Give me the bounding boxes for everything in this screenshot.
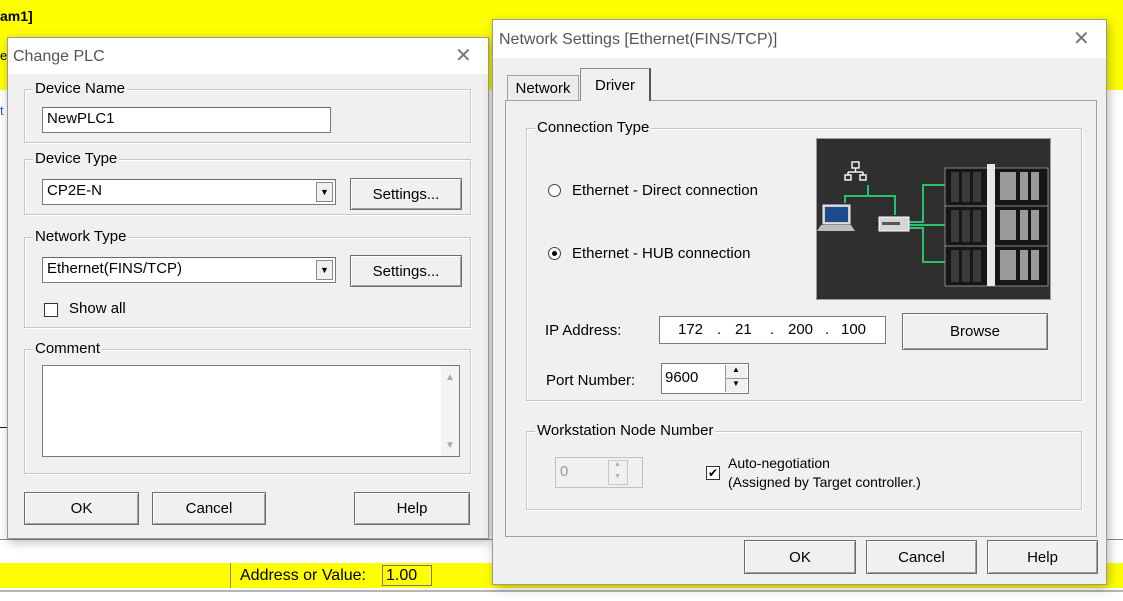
auto-negotiation-label: Auto-negotiation (728, 455, 830, 471)
ip-dot: . (825, 321, 830, 338)
hub-connection-label: Ethernet - HUB connection (572, 245, 751, 262)
close-icon[interactable]: ✕ (455, 45, 472, 65)
change-plc-dialog: Change PLC ✕ Device Name NewPLC1 Device … (7, 37, 489, 539)
connection-type-legend: Connection Type (535, 119, 652, 137)
background-title-fragment: am1] (0, 8, 33, 24)
network-settings-dialog: Network Settings [Ethernet(FINS/TCP)] ✕ … (492, 19, 1107, 585)
ip-octet-3[interactable]: 200 (788, 321, 813, 338)
comment-textarea[interactable]: ▲ ▼ (42, 365, 460, 457)
help-button[interactable]: Help (354, 492, 470, 525)
device-type-legend: Device Type (33, 150, 120, 168)
ok-button[interactable]: OK (24, 492, 139, 525)
stepper-up-icon[interactable]: ▲ (732, 365, 740, 374)
change-plc-titlebar: Change PLC ✕ (8, 38, 488, 74)
show-all-label: Show all (69, 300, 126, 317)
tab-driver[interactable]: Driver (580, 68, 651, 101)
laptop-icon (817, 204, 855, 231)
hub-network-illustration (817, 161, 1049, 287)
background-left-fragment-link: t (0, 103, 4, 118)
direct-connection-radio[interactable] (548, 184, 561, 197)
background-status-divider (230, 563, 231, 588)
device-type-value: CP2E-N (47, 182, 103, 199)
hub-connection-radio[interactable] (548, 247, 561, 260)
device-type-settings-button[interactable]: Settings... (350, 178, 462, 210)
ok-button[interactable]: OK (744, 540, 856, 574)
help-button[interactable]: Help (987, 540, 1098, 574)
cancel-button[interactable]: Cancel (866, 540, 977, 574)
ip-address-input[interactable]: 172 . 21 . 200 . 100 (659, 316, 886, 344)
change-plc-title: Change PLC (13, 48, 105, 65)
port-number-value[interactable]: 9600 (665, 369, 698, 386)
port-number-stepper[interactable]: 9600 ▲ ▼ (661, 363, 749, 394)
auto-negotiation-checkbox[interactable]: ✔ (706, 466, 720, 480)
ip-dot: . (770, 321, 775, 338)
ip-octet-1[interactable]: 172 (678, 321, 703, 338)
direct-connection-label: Ethernet - Direct connection (572, 182, 758, 199)
auto-negotiation-note: (Assigned by Target controller.) (728, 474, 921, 490)
comment-legend: Comment (33, 340, 103, 358)
tab-network[interactable]: Network (507, 75, 579, 100)
node-number-value: 0 (560, 463, 569, 480)
stepper-down-icon: ▼ (614, 473, 621, 480)
node-number-stepper: 0 ▲ ▼ (555, 457, 643, 488)
network-type-select[interactable]: Ethernet(FINS/TCP) ▼ (42, 257, 336, 283)
network-topology-icon (844, 161, 867, 181)
chevron-down-icon[interactable]: ▼ (316, 182, 333, 202)
port-number-label: Port Number: (546, 372, 636, 389)
port-stepper-buttons[interactable]: ▲ ▼ (725, 365, 748, 392)
close-icon[interactable]: ✕ (1073, 28, 1090, 48)
scroll-up-icon[interactable]: ▲ (445, 372, 455, 383)
network-settings-title: Network Settings [Ethernet(FINS/TCP)] (499, 31, 778, 48)
ip-address-label: IP Address: (545, 322, 622, 339)
hub-icon (878, 216, 910, 232)
device-name-input[interactable]: NewPLC1 (42, 107, 331, 133)
stepper-down-icon[interactable]: ▼ (732, 379, 740, 388)
stepper-up-icon: ▲ (614, 461, 621, 468)
network-type-legend: Network Type (33, 228, 129, 246)
comment-scrollbar[interactable]: ▲ ▼ (441, 366, 459, 456)
device-name-legend: Device Name (33, 80, 128, 98)
show-all-checkbox[interactable] (44, 303, 58, 317)
ip-octet-2[interactable]: 21 (735, 321, 752, 338)
ip-octet-4[interactable]: 100 (841, 321, 866, 338)
address-value-field[interactable]: 1.00 (382, 565, 432, 586)
node-stepper-buttons: ▲ ▼ (608, 460, 628, 485)
device-type-select[interactable]: CP2E-N ▼ (42, 179, 336, 205)
ip-dot: . (717, 321, 722, 338)
background-bottom-line (0, 590, 1123, 592)
chevron-down-icon[interactable]: ▼ (316, 260, 333, 280)
browse-button[interactable]: Browse (902, 313, 1048, 350)
connection-diagram (816, 138, 1051, 300)
address-value-label: Address or Value: (240, 567, 366, 584)
scroll-down-icon[interactable]: ▼ (445, 440, 455, 451)
workstation-node-legend: Workstation Node Number (535, 422, 716, 440)
network-settings-titlebar: Network Settings [Ethernet(FINS/TCP)] ✕ (493, 20, 1106, 58)
network-type-value: Ethernet(FINS/TCP) (47, 260, 183, 277)
network-type-settings-button[interactable]: Settings... (350, 255, 462, 287)
cancel-button[interactable]: Cancel (152, 492, 266, 525)
plc-rack-icon (944, 164, 1049, 287)
